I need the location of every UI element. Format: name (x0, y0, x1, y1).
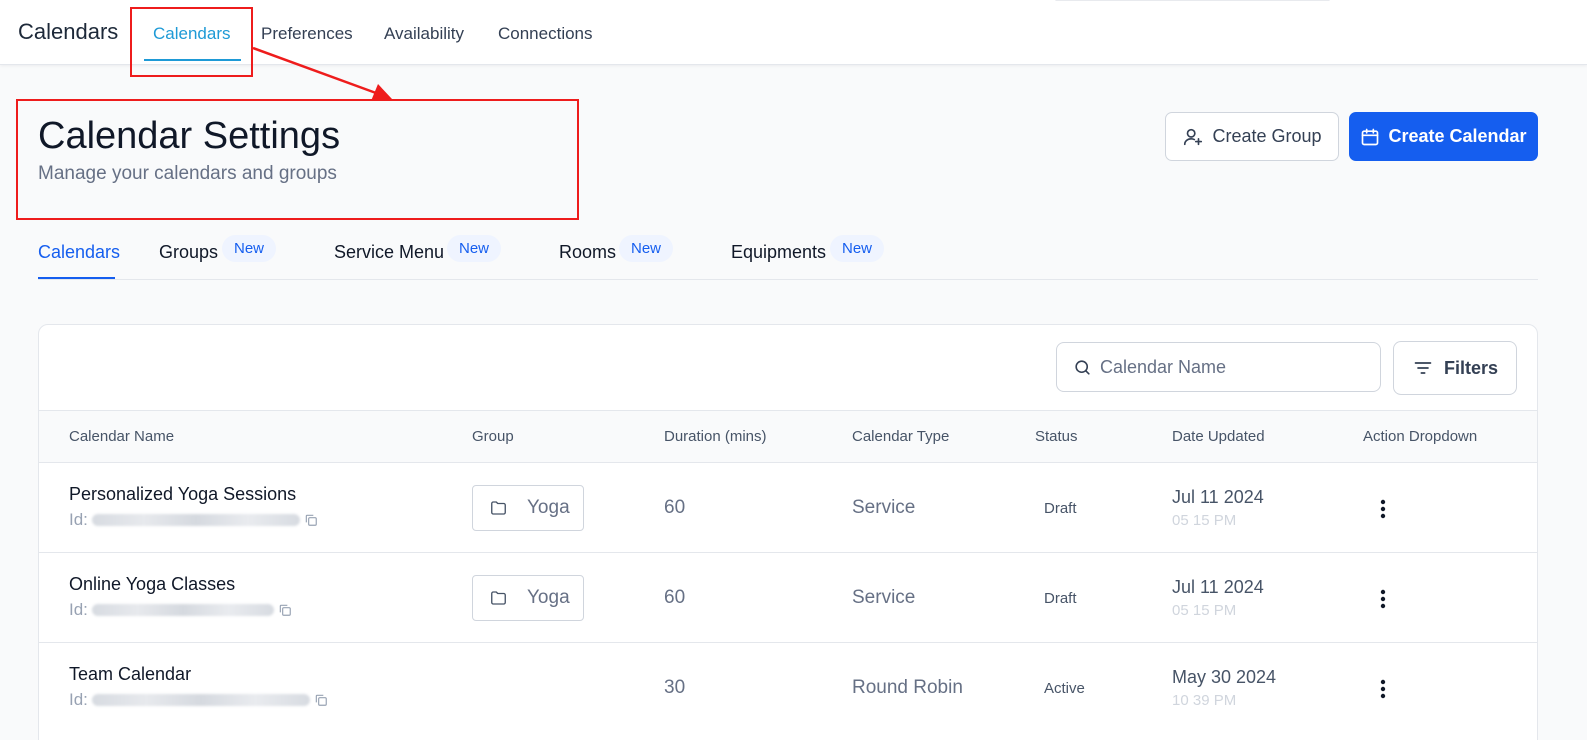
time-updated: 05 15 PM (1172, 512, 1237, 529)
calendar-id: Id: (69, 600, 292, 620)
filters-button[interactable]: Filters (1393, 341, 1517, 395)
id-label: Id: (69, 600, 88, 619)
redacted-area (1055, 0, 1330, 1)
subtab-groups[interactable]: Groups (159, 242, 218, 263)
table-row[interactable]: Online Yoga Classes Id: Yoga 60 Service … (39, 553, 1537, 643)
group-chip[interactable]: Yoga (472, 485, 584, 531)
column-header-date-updated[interactable]: Date Updated (1172, 428, 1265, 445)
date-updated: Jul 11 2024 (1172, 487, 1264, 507)
time-updated: 10 39 PM (1172, 692, 1237, 709)
calendar-name[interactable]: Personalized Yoga Sessions (69, 484, 296, 505)
topnav-tab-connections[interactable]: Connections (498, 24, 593, 44)
topnav-tab-availability[interactable]: Availability (384, 24, 464, 44)
group-chip[interactable]: Yoga (472, 575, 584, 621)
action-dropdown-button[interactable] (1369, 497, 1397, 521)
filter-lines-icon (1414, 362, 1432, 374)
calendar-type: Service (852, 497, 916, 518)
new-badge: New (447, 235, 502, 262)
copy-icon[interactable] (304, 513, 318, 527)
annotation-box-tab (130, 7, 253, 77)
action-dropdown-button[interactable] (1369, 677, 1397, 701)
new-badge: New (619, 235, 674, 262)
table-header: Calendar Name Group Duration (mins) Cale… (39, 410, 1537, 463)
id-label: Id: (69, 690, 88, 709)
column-header-calendar-type[interactable]: Calendar Type (852, 428, 949, 445)
status-badge: Draft (1044, 500, 1077, 517)
create-group-button[interactable]: Create Group (1165, 112, 1339, 161)
create-calendar-button[interactable]: Create Calendar (1349, 112, 1538, 161)
redacted-id (91, 514, 300, 526)
subtabs-divider (38, 279, 1538, 280)
create-calendar-label: Create Calendar (1388, 126, 1527, 146)
filters-label: Filters (1443, 357, 1499, 378)
status-badge: Draft (1044, 590, 1077, 607)
column-header-duration[interactable]: Duration (mins) (664, 428, 767, 445)
calendar-name[interactable]: Online Yoga Classes (69, 574, 235, 595)
subtab-equipments[interactable]: Equipments (731, 242, 826, 263)
kebab-menu-icon (1380, 679, 1386, 699)
search-input[interactable] (1100, 356, 1360, 378)
topnav-tab-preferences[interactable]: Preferences (261, 24, 353, 44)
table-row[interactable]: Team Calendar Id: 30 Round Robin Active … (39, 643, 1537, 733)
column-header-status[interactable]: Status (1035, 428, 1078, 445)
date-updated: Jul 11 2024 (1172, 577, 1264, 597)
time-updated: 05 15 PM (1172, 602, 1237, 619)
calendar-name[interactable]: Team Calendar (69, 664, 191, 685)
subtab-service-menu[interactable]: Service Menu (334, 242, 444, 263)
id-label: Id: (69, 510, 88, 529)
date-updated: May 30 2024 (1172, 667, 1277, 687)
new-badge: New (222, 235, 277, 262)
group-name: Yoga (527, 497, 570, 518)
subtab-rooms[interactable]: Rooms (559, 242, 616, 263)
redacted-id (91, 604, 274, 616)
kebab-menu-icon (1380, 589, 1386, 609)
app-title: Calendars (18, 19, 119, 44)
column-header-calendar-name[interactable]: Calendar Name (69, 428, 174, 445)
calendar-id: Id: (69, 690, 328, 710)
search-icon (1075, 359, 1090, 375)
column-header-action-dropdown: Action Dropdown (1363, 428, 1478, 445)
status-badge: Active (1044, 680, 1085, 697)
subtab-calendars[interactable]: Calendars (38, 242, 120, 263)
create-group-label: Create Group (1212, 126, 1322, 146)
group-name: Yoga (527, 587, 570, 608)
calendar-id: Id: (69, 510, 318, 530)
folder-icon (491, 591, 506, 605)
table-row[interactable]: Personalized Yoga Sessions Id: Yoga 60 S… (39, 463, 1537, 553)
duration: 30 (664, 677, 686, 698)
folder-icon (491, 501, 506, 515)
duration: 60 (664, 587, 686, 608)
annotation-box-header (16, 99, 579, 220)
action-dropdown-button[interactable] (1369, 587, 1397, 611)
kebab-menu-icon (1380, 499, 1386, 519)
column-header-group[interactable]: Group (472, 428, 514, 445)
active-subtab-indicator (38, 277, 115, 279)
new-badge: New (830, 235, 885, 262)
duration: 60 (664, 497, 686, 518)
search-field[interactable] (1056, 342, 1381, 392)
calendar-icon (1362, 128, 1379, 145)
calendar-type: Service (852, 587, 916, 608)
copy-icon[interactable] (278, 603, 292, 617)
calendar-type: Round Robin (852, 677, 963, 698)
redacted-id (91, 694, 310, 706)
calendars-table-card: Filters Calendar Name Group Duration (mi… (38, 324, 1538, 740)
copy-icon[interactable] (314, 693, 328, 707)
user-plus-icon (1184, 128, 1203, 145)
